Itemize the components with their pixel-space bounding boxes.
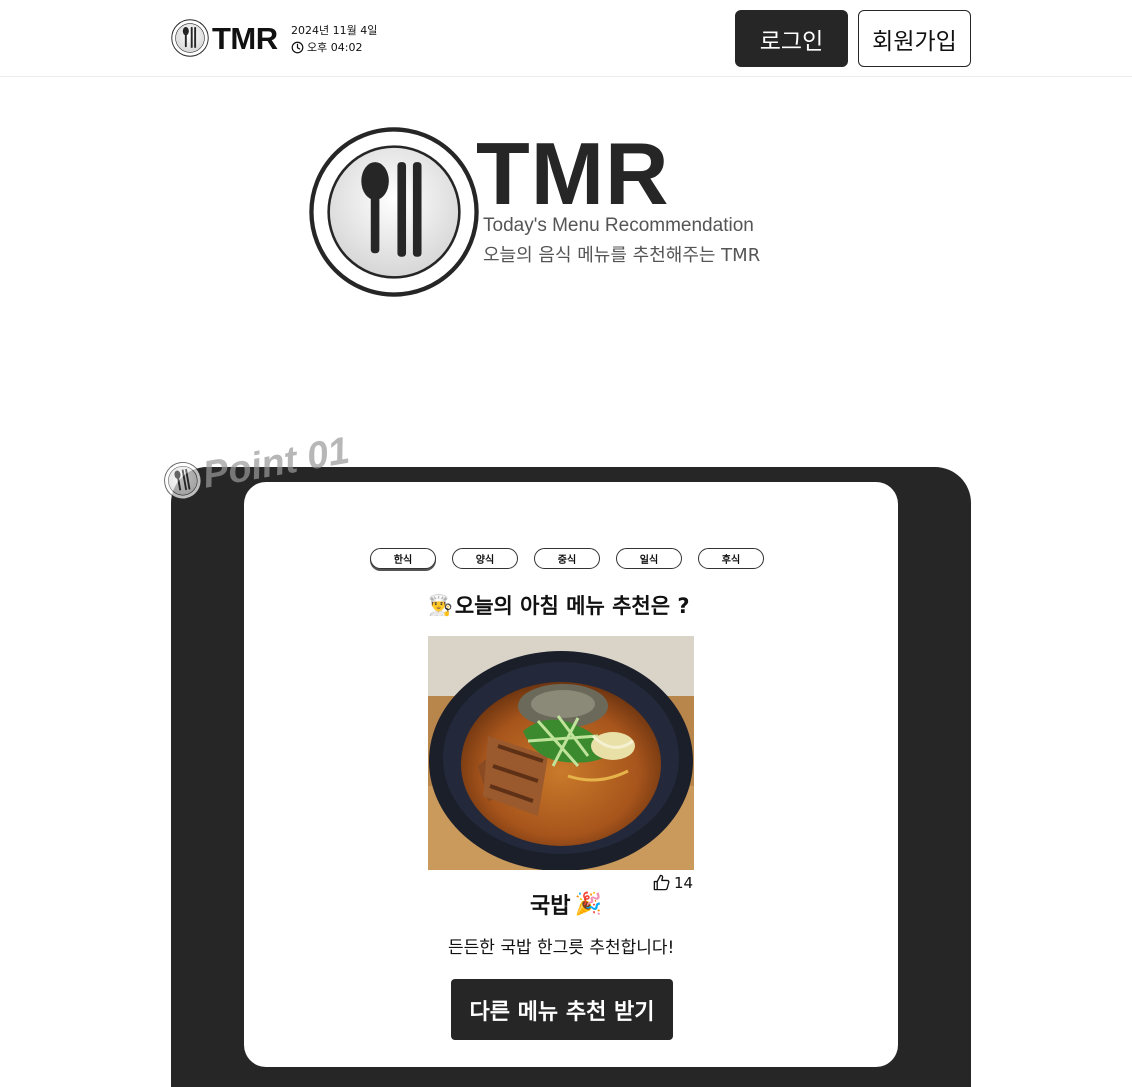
header: TMR 2024년 11월 4일 오후 04:02 로그인 회원가입 (0, 0, 1132, 77)
tmr-logo-icon (171, 19, 209, 57)
category-tabs: 한식 양식 중식 일식 후식 (370, 548, 780, 569)
recommend-again-button[interactable]: 다른 메뉴 추천 받기 (451, 979, 673, 1040)
dish-description: 든든한 국밥 한그릇 추천합니다! (448, 938, 675, 958)
tab-korean[interactable]: 한식 (370, 548, 436, 569)
clock-icon (291, 41, 304, 54)
menu-question: 👨‍🍳 오늘의 아침 메뉴 추천은 ? (428, 590, 718, 620)
hero-subtitle-en: Today's Menu Recommendation (483, 215, 754, 236)
datetime: 2024년 11월 4일 오후 04:02 (291, 22, 377, 56)
menu-question-text: 오늘의 아침 메뉴 추천은 ? (454, 594, 690, 618)
tmr-hero-logo-icon (308, 126, 480, 298)
hero-title: TMR (476, 124, 670, 223)
tab-dessert[interactable]: 후식 (698, 548, 764, 569)
signup-button[interactable]: 회원가입 (858, 10, 971, 67)
tab-western[interactable]: 양식 (452, 548, 518, 569)
current-time: 오후 04:02 (307, 41, 363, 54)
point-logo-icon (161, 458, 205, 502)
food-photo (428, 636, 694, 870)
like-count: 14 (674, 873, 694, 892)
tab-japanese[interactable]: 일식 (616, 548, 682, 569)
login-button[interactable]: 로그인 (735, 10, 848, 67)
current-date: 2024년 11월 4일 (291, 24, 378, 37)
header-logo-text: TMR (212, 20, 278, 56)
header-logo[interactable]: TMR (171, 19, 278, 57)
party-popper-icon: 🎉 (574, 891, 602, 917)
chef-icon: 👨‍🍳 (428, 593, 453, 617)
time-row: 오후 04:02 (291, 39, 377, 56)
thumbs-up-icon (653, 874, 670, 891)
dish-name-text: 국밥 (530, 894, 571, 919)
tab-chinese[interactable]: 중식 (534, 548, 600, 569)
like-button[interactable]: 14 (652, 873, 693, 892)
dish-name: 국밥 🎉 (530, 888, 602, 920)
hero-subtitle-ko: 오늘의 음식 메뉴를 추천해주는 TMR (483, 245, 761, 266)
